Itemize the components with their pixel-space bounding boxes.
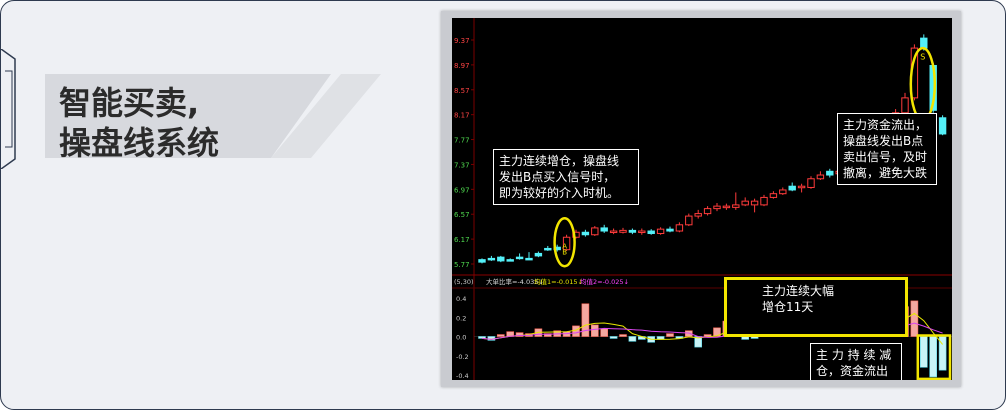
candle-body: [760, 196, 768, 206]
indicator-bar: [910, 300, 919, 337]
indicator-bar: [628, 336, 637, 342]
page-tab-decoration: [1, 49, 16, 169]
heading-line-2: 操盘线系统: [59, 124, 220, 162]
candle-body: [600, 227, 608, 232]
indicator-bar: [496, 334, 505, 337]
candle-body: [826, 170, 834, 176]
price-tick-label: 8.97: [454, 62, 470, 70]
annotation-sell-line-3: 卖出信号，及时: [843, 150, 928, 164]
price-tick-label: 6.97: [454, 186, 470, 194]
indicator-header: (5,30) 大单比率=-4.035↓均值1=-0.015↓均值2=-0.025↓: [454, 277, 629, 286]
indicator-ma1-label: 均值1=-0.015↓: [534, 277, 583, 286]
candle-body: [487, 257, 496, 261]
annotation-buy-line-1: 主力连续增仓，操盘线: [499, 154, 620, 168]
price-tick-label: 6.17: [454, 236, 470, 244]
candle-body: [675, 224, 684, 232]
candle-body: [722, 205, 731, 209]
annotation-outflow-line-2: 仓，资金流出: [816, 364, 889, 378]
candle-body: [628, 229, 637, 233]
annotation-sell-signal: 主力资金流出， 操盘线发出B点 卖出信号，及时 撤离，避免大跌: [837, 113, 937, 185]
indicator-tick-label: -0.4: [456, 372, 469, 380]
annotation-inflow-line-2: 增仓11天: [762, 300, 814, 314]
candle-body: [779, 189, 787, 195]
candle-body: [497, 256, 505, 262]
indicator-bar: [666, 333, 674, 337]
candle-body: [732, 204, 740, 208]
indicator-bar: [591, 324, 599, 337]
indicator-bar: [600, 328, 608, 337]
candle-body: [609, 230, 618, 234]
candle-body: [788, 185, 796, 191]
price-tick-label: 5.77: [454, 261, 470, 269]
candle-body: [666, 228, 674, 232]
price-tick-label: 9.37: [454, 37, 470, 45]
candle-body: [741, 200, 749, 206]
price-tick-label: 6.57: [454, 211, 470, 219]
indicator-bar: [929, 336, 938, 378]
candle-body: [619, 229, 627, 233]
candle-body: [478, 259, 486, 263]
candle-body: [534, 252, 543, 257]
candle-body: [920, 37, 928, 49]
annotation-outflow-line-1: 主 力 持 续 减: [816, 348, 892, 362]
candle-body: [807, 178, 815, 188]
annotation-inflow: 主力连续大幅 增仓11天: [724, 277, 908, 337]
annotation-sell-line-2: 操盘线发出B点: [843, 134, 924, 148]
candle-body: [713, 205, 721, 210]
candle-body: [901, 97, 909, 114]
indicator-tick-label: -0.2: [456, 353, 469, 361]
candle-body: [581, 231, 590, 236]
indicator-period-label: (5,30): [454, 278, 474, 286]
candle-body: [647, 230, 655, 235]
annotation-sell-line-4: 撤离，避免大跌: [843, 166, 928, 180]
heading-block: 智能买卖, 操盘线系统: [45, 74, 381, 162]
candle-body: [638, 230, 646, 234]
candle-body: [703, 208, 712, 215]
heading-slant-decoration: [271, 74, 381, 158]
candle-body: [506, 259, 514, 262]
indicator-bar: [919, 336, 928, 368]
price-tick-label: 8.17: [454, 112, 470, 120]
candle-body: [525, 257, 533, 261]
indicator-ma2-label: 均值2=-0.025↓: [580, 277, 629, 286]
candle-body: [515, 256, 524, 260]
candle-body: [750, 200, 759, 206]
stock-chart: 9.37 8.97 8.57 8.17 7.77 7.37 6.97 6.57 6.17 5.77…: [452, 18, 952, 380]
annotation-buy-signal: 主力连续增仓，操盘线 发出B点买入信号时， 即为较好的介入时机。: [493, 149, 639, 205]
indicator-tick-label: 0.0: [456, 334, 466, 342]
annotation-inflow-line-1: 主力连续大幅: [762, 284, 835, 298]
price-tick-label: 8.57: [454, 87, 470, 95]
indicator-bar: [478, 336, 486, 339]
candle-body: [685, 215, 693, 226]
indicator-bar: [609, 336, 618, 339]
indicator-bar: [619, 334, 627, 337]
annotation-sell-line-1: 主力资金流出，: [843, 118, 928, 132]
candle-body: [769, 193, 778, 198]
candle-body: [544, 247, 552, 251]
indicator-bar: [572, 325, 580, 337]
buy-signal-caption: B: [562, 249, 567, 257]
sell-signal-label: S: [920, 52, 925, 61]
price-tick-label: 7.37: [454, 161, 470, 169]
indicator-tick-label: 0.2: [456, 314, 466, 322]
candle-body: [656, 228, 665, 235]
annotation-buy-line-3: 即为较好的介入时机。: [499, 186, 620, 200]
indicator-tick-label: 0.4: [456, 295, 466, 303]
candle-body: [938, 117, 947, 135]
candle-body: [694, 213, 702, 217]
annotation-buy-line-2: 发出B点买入信号时，: [499, 170, 616, 184]
price-tick-label: 7.77: [454, 137, 470, 145]
candle-body: [797, 185, 806, 189]
annotation-outflow: 主 力 持 续 减 仓，资金流出: [810, 343, 902, 380]
candle-body: [816, 174, 825, 180]
candle-body: [591, 227, 599, 236]
price-axis-labels: 9.37 8.97 8.57 8.17 7.77 7.37 6.97 6.57 6.17 5.77: [454, 37, 474, 269]
